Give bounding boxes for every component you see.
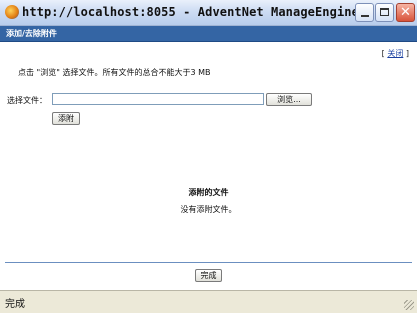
footer-divider — [5, 262, 412, 263]
status-text: 完成 — [5, 299, 25, 310]
attach-button[interactable]: 添附 — [52, 112, 80, 125]
window-titlebar[interactable]: http://localhost:8055 - AdventNet Manage… — [0, 0, 417, 26]
file-path-input[interactable] — [52, 93, 264, 105]
dialog-header: 添加/去除附件 — [0, 26, 417, 42]
instruction-text: 点击 "浏览" 选择文件。所有文件的总合不能大于3 MB — [18, 68, 211, 77]
status-bar: 完成 — [0, 290, 417, 313]
file-select-label: 选择文件： — [7, 96, 47, 105]
close-link-bracket-open: [ — [381, 49, 385, 58]
resize-grip-icon[interactable] — [404, 300, 414, 310]
window-title: http://localhost:8055 - AdventNet Manage… — [22, 5, 389, 19]
done-button[interactable]: 完成 — [195, 269, 222, 282]
maximize-button[interactable] — [375, 3, 394, 22]
minimize-icon — [361, 15, 369, 17]
attached-files-title: 添附的文件 — [188, 188, 229, 197]
browse-button[interactable]: 浏览... — [266, 93, 312, 106]
dialog-header-title: 添加/去除附件 — [6, 29, 57, 38]
firefox-icon — [5, 5, 19, 19]
minimize-button[interactable] — [355, 3, 374, 22]
close-link[interactable]: 关闭 — [387, 49, 403, 58]
close-link-bracket-close: ] — [405, 49, 409, 58]
close-link-wrapper: [ 关闭 ] — [382, 48, 409, 59]
close-window-button[interactable]: ✕ — [396, 3, 415, 22]
no-attached-files-text: 没有添附文件。 — [180, 205, 237, 214]
maximize-icon — [380, 8, 389, 16]
close-icon: ✕ — [400, 5, 411, 20]
